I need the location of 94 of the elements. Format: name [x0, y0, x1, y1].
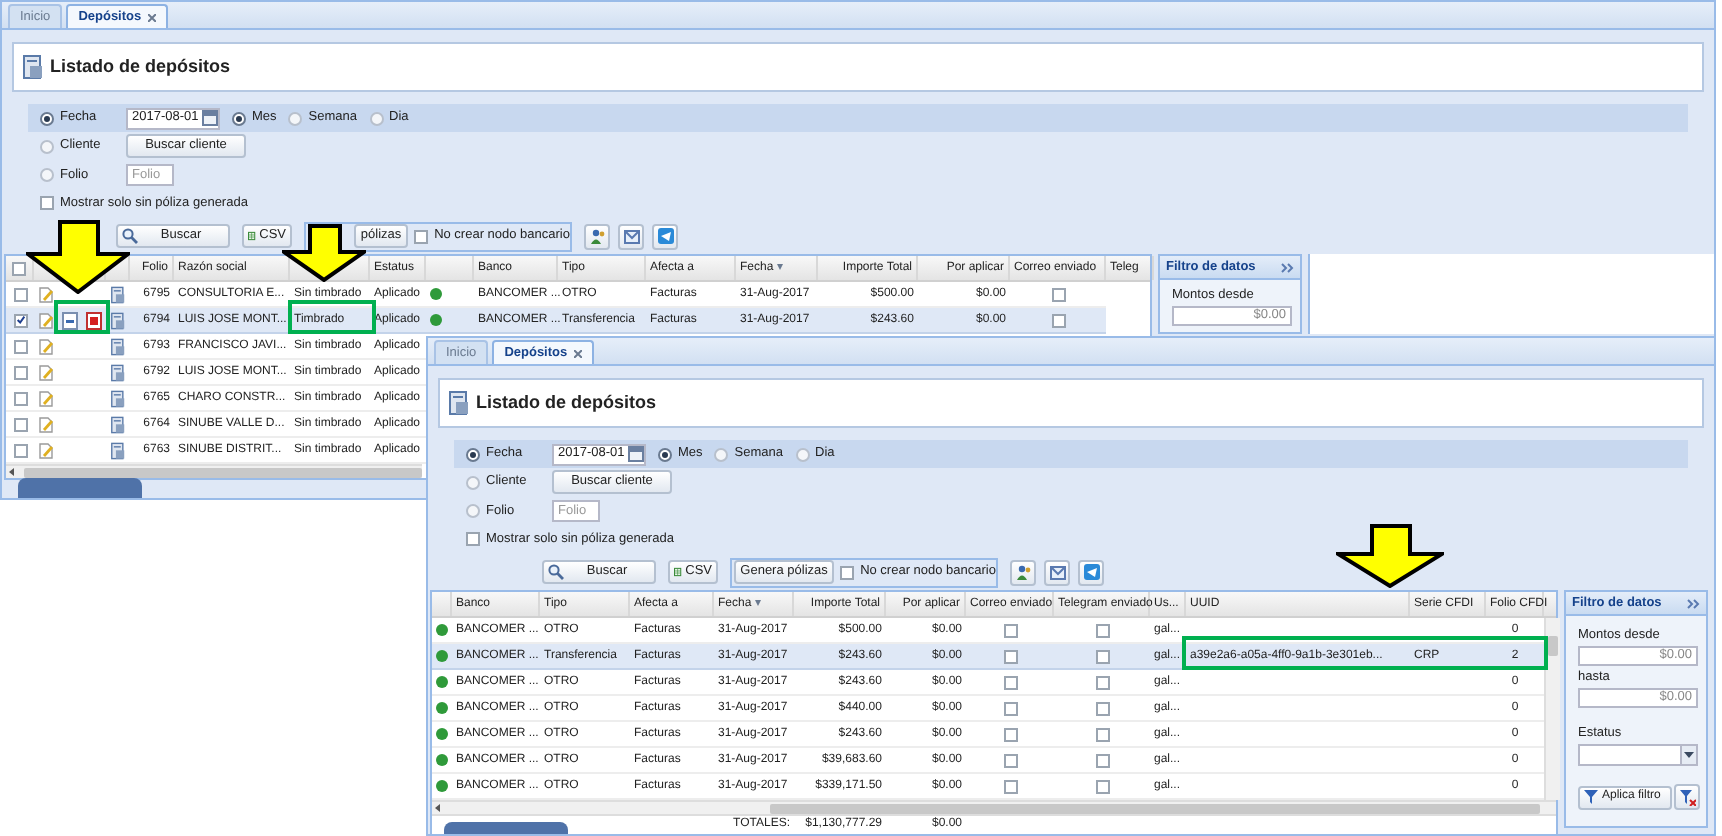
radio-button[interactable]: [658, 447, 672, 461]
edit-icon[interactable]: [38, 389, 54, 407]
funnel-icon: [1584, 790, 1598, 804]
checkbox[interactable]: [13, 287, 27, 301]
highlight-frame: [288, 300, 376, 334]
status-select[interactable]: [1578, 744, 1698, 766]
annotation-arrow: [26, 220, 130, 294]
search-icon: [122, 228, 138, 244]
collapse-icon[interactable]: [1686, 597, 1700, 609]
mail-button[interactable]: [1044, 559, 1070, 585]
radio-button[interactable]: [40, 111, 54, 125]
report-button[interactable]: [1010, 559, 1036, 585]
checkbox[interactable]: [1095, 779, 1109, 793]
mail-button[interactable]: [618, 223, 644, 249]
checkbox[interactable]: [1003, 779, 1017, 793]
search-icon: [548, 564, 564, 580]
document-icon: [110, 389, 126, 407]
edit-icon[interactable]: [38, 441, 54, 459]
annotation-arrow: [1336, 524, 1444, 588]
document-icon: [110, 337, 126, 355]
checkbox[interactable]: [13, 365, 27, 379]
highlight-frame: [54, 300, 110, 334]
page-title: Listado de depósitos: [476, 389, 657, 416]
checkbox[interactable]: [1095, 623, 1109, 637]
spreadsheet-icon: [248, 228, 256, 244]
pdf-file-icon[interactable]: [86, 311, 102, 329]
paper-plane-icon: [657, 228, 673, 244]
document-icon: [448, 390, 470, 416]
close-icon[interactable]: [573, 349, 582, 357]
radio-button[interactable]: [466, 447, 480, 461]
mail-icon: [623, 229, 639, 243]
spreadsheet-icon: [674, 564, 682, 580]
checkbox[interactable]: [1051, 287, 1065, 301]
close-icon[interactable]: [147, 13, 156, 21]
document-icon: [110, 285, 126, 303]
document-icon: [22, 54, 44, 80]
people-icon: [1015, 564, 1031, 580]
checkbox[interactable]: [1003, 649, 1017, 663]
collapse-icon[interactable]: [1280, 261, 1294, 273]
radio-button[interactable]: [466, 475, 480, 489]
checkbox[interactable]: [40, 196, 54, 210]
radio-button[interactable]: [232, 111, 246, 125]
people-icon: [589, 228, 605, 244]
checkbox[interactable]: [1003, 701, 1017, 715]
checkbox[interactable]: [1095, 701, 1109, 715]
radio-button[interactable]: [795, 447, 809, 461]
telegram-button[interactable]: [652, 223, 678, 249]
paper-plane-icon: [1083, 564, 1099, 580]
checkbox[interactable]: [1051, 313, 1065, 327]
checkbox[interactable]: [466, 532, 480, 546]
calendar-icon[interactable]: [202, 110, 218, 126]
document-icon: [110, 363, 126, 381]
report-button[interactable]: [584, 223, 610, 249]
radio-button[interactable]: [466, 504, 480, 518]
checkbox[interactable]: [1003, 675, 1017, 689]
checkbox[interactable]: [840, 565, 855, 579]
funnel-clear-icon: [1679, 789, 1695, 805]
checkbox[interactable]: [12, 261, 26, 275]
document-icon: [110, 441, 126, 459]
checkbox[interactable]: [1095, 675, 1109, 689]
checkbox[interactable]: [1003, 753, 1017, 767]
telegram-button[interactable]: [1078, 559, 1104, 585]
calendar-icon[interactable]: [628, 446, 644, 462]
horizontal-scrollbar[interactable]: [6, 464, 422, 478]
vertical-scrollbar[interactable]: [1544, 618, 1560, 800]
radio-button[interactable]: [714, 447, 729, 461]
checkbox[interactable]: [1003, 727, 1017, 741]
document-icon: [110, 311, 126, 329]
caret-icon: [1684, 752, 1694, 758]
checkbox[interactable]: [13, 313, 27, 327]
edit-icon[interactable]: [38, 311, 54, 329]
edit-icon[interactable]: [38, 337, 54, 355]
page-title: Listado de depósitos: [50, 53, 231, 80]
clear-filter-button[interactable]: [1674, 784, 1700, 810]
radio-button[interactable]: [40, 168, 54, 182]
checkbox[interactable]: [1095, 727, 1109, 741]
edit-icon[interactable]: [38, 415, 54, 433]
edit-icon[interactable]: [38, 285, 54, 303]
checkbox[interactable]: [13, 339, 27, 353]
horizontal-scrollbar[interactable]: [432, 800, 1556, 814]
checkbox[interactable]: [414, 229, 429, 243]
checkbox[interactable]: [1095, 649, 1109, 663]
edit-icon[interactable]: [38, 363, 54, 381]
radio-button[interactable]: [40, 139, 54, 153]
checkbox[interactable]: [1003, 623, 1017, 637]
checkbox[interactable]: [1095, 753, 1109, 767]
mail-icon: [1049, 565, 1065, 579]
radio-button[interactable]: [369, 111, 383, 125]
checkbox[interactable]: [13, 443, 27, 457]
document-icon: [110, 415, 126, 433]
checkbox[interactable]: [13, 391, 27, 405]
radio-button[interactable]: [288, 111, 303, 125]
xml-file-icon[interactable]: [62, 311, 78, 329]
checkbox[interactable]: [13, 417, 27, 431]
